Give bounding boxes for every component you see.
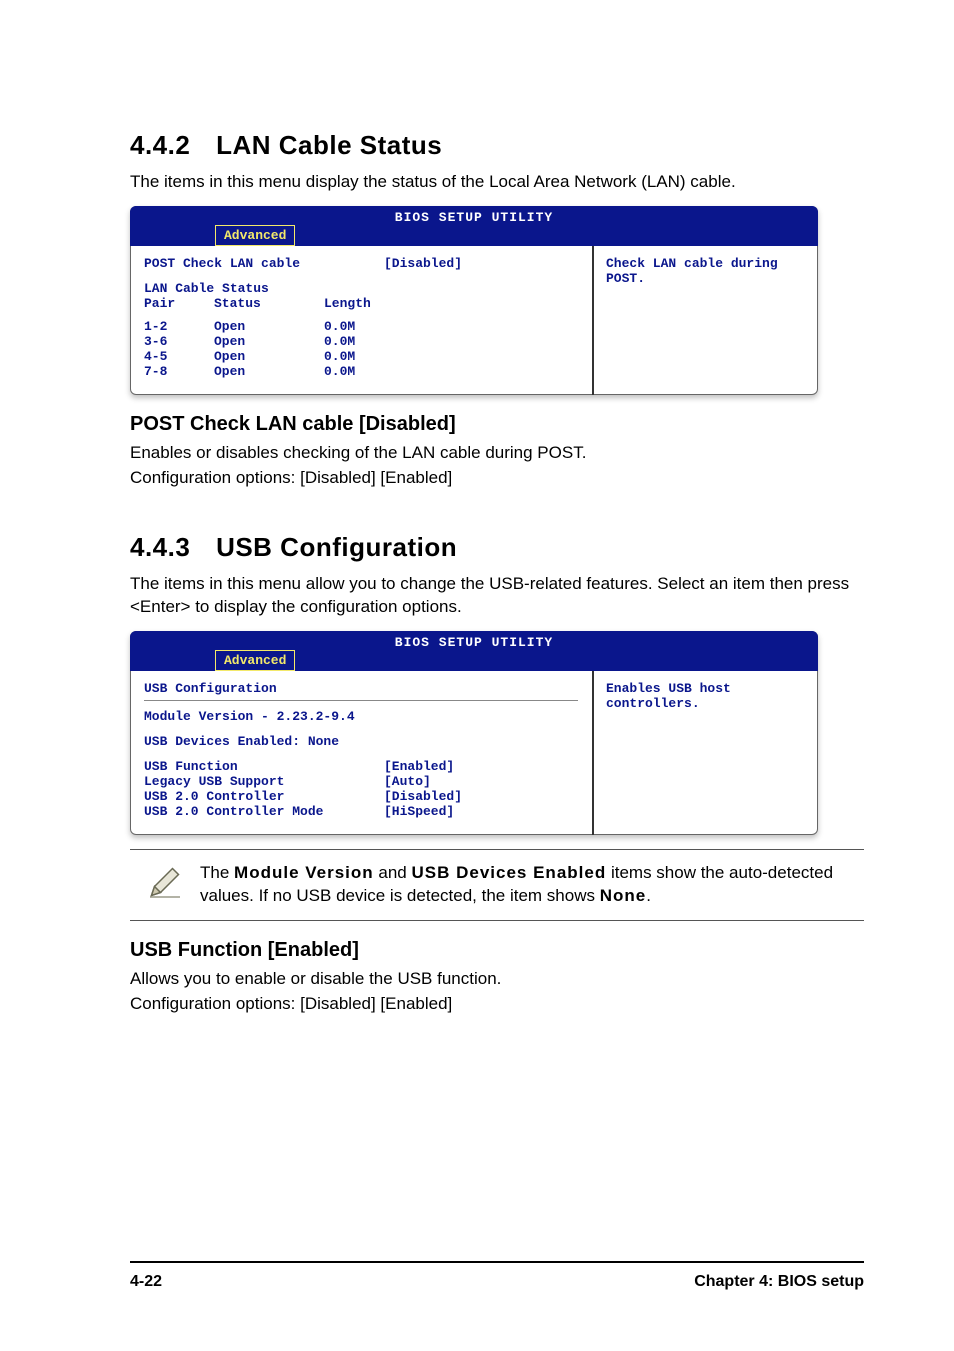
bios-tab-row: Advanced	[130, 225, 818, 246]
section-number: 4.4.3	[130, 532, 190, 563]
bios-tab-advanced[interactable]: Advanced	[215, 225, 295, 246]
section-heading-lan: 4.4.2 LAN Cable Status	[130, 130, 864, 161]
bios-module-version: Module Version - 2.23.2-9.4	[144, 709, 578, 724]
page: 4.4.2 LAN Cable Status The items in this…	[0, 0, 954, 1351]
table-row: 3-6 Open 0.0M	[144, 334, 578, 349]
section-title: USB Configuration	[216, 532, 457, 562]
bios-option-value: [Disabled]	[384, 256, 534, 271]
th-pair: Pair	[144, 296, 214, 311]
table-row: 7-8 Open 0.0M	[144, 364, 578, 379]
bios-help-text: Check LAN cable during POST.	[606, 256, 778, 286]
th-status: Status	[214, 296, 324, 311]
bios-usb-heading: USB Configuration	[144, 681, 578, 696]
bios-help-pane: Enables USB host controllers.	[594, 671, 818, 835]
note-block: The Module Version and USB Devices Enabl…	[130, 849, 864, 921]
option-options: Configuration options: [Disabled] [Enabl…	[130, 993, 864, 1016]
note-text: The Module Version and USB Devices Enabl…	[200, 862, 858, 908]
bios-panel-usb: BIOS SETUP UTILITY Advanced USB Configur…	[130, 631, 818, 835]
bios-option-row[interactable]: POST Check LAN cable [Disabled]	[144, 256, 578, 271]
bios-tab-advanced[interactable]: Advanced	[215, 650, 295, 671]
section-heading-usb: 4.4.3 USB Configuration	[130, 532, 864, 563]
bios-help-pane: Check LAN cable during POST.	[594, 246, 818, 395]
bios-option-row[interactable]: USB 2.0 Controller Mode [HiSpeed]	[144, 804, 578, 819]
bios-titlebar: BIOS SETUP UTILITY Advanced	[130, 631, 818, 671]
option-desc: Enables or disables checking of the LAN …	[130, 442, 864, 465]
section-intro: The items in this menu allow you to chan…	[130, 573, 864, 619]
section-number: 4.4.2	[130, 130, 190, 161]
option-desc: Allows you to enable or disable the USB …	[130, 968, 864, 991]
option-options: Configuration options: [Disabled] [Enabl…	[130, 467, 864, 490]
bios-devices-enabled: USB Devices Enabled: None	[144, 734, 578, 749]
bios-table-header: Pair Status Length	[144, 296, 578, 311]
bios-table-title: LAN Cable Status	[144, 281, 578, 296]
bios-option-row[interactable]: Legacy USB Support [Auto]	[144, 774, 578, 789]
th-length: Length	[324, 296, 424, 311]
bios-body: POST Check LAN cable [Disabled] LAN Cabl…	[130, 246, 818, 395]
bios-left-pane: POST Check LAN cable [Disabled] LAN Cabl…	[130, 246, 594, 395]
pencil-icon	[130, 862, 200, 900]
page-footer: 4-22 Chapter 4: BIOS setup	[130, 1261, 864, 1291]
bios-tab-row: Advanced	[130, 650, 818, 671]
bios-option-row[interactable]: USB 2.0 Controller [Disabled]	[144, 789, 578, 804]
bios-body: USB Configuration Module Version - 2.23.…	[130, 671, 818, 835]
option-heading-post-check: POST Check LAN cable [Disabled]	[130, 413, 864, 436]
bios-option-row[interactable]: USB Function [Enabled]	[144, 759, 578, 774]
bios-title: BIOS SETUP UTILITY	[130, 210, 818, 225]
bios-titlebar: BIOS SETUP UTILITY Advanced	[130, 206, 818, 246]
bios-left-pane: USB Configuration Module Version - 2.23.…	[130, 671, 594, 835]
page-number: 4-22	[130, 1273, 162, 1291]
bios-option-label: POST Check LAN cable	[144, 256, 384, 271]
bios-panel-lan: BIOS SETUP UTILITY Advanced POST Check L…	[130, 206, 818, 395]
chapter-label: Chapter 4: BIOS setup	[694, 1273, 864, 1291]
divider	[144, 700, 578, 701]
table-row: 1-2 Open 0.0M	[144, 319, 578, 334]
bios-title: BIOS SETUP UTILITY	[130, 635, 818, 650]
option-heading-usb-function: USB Function [Enabled]	[130, 939, 864, 962]
section-intro: The items in this menu display the statu…	[130, 171, 864, 194]
section-title: LAN Cable Status	[216, 130, 442, 160]
table-row: 4-5 Open 0.0M	[144, 349, 578, 364]
bios-help-text: Enables USB host controllers.	[606, 681, 731, 711]
